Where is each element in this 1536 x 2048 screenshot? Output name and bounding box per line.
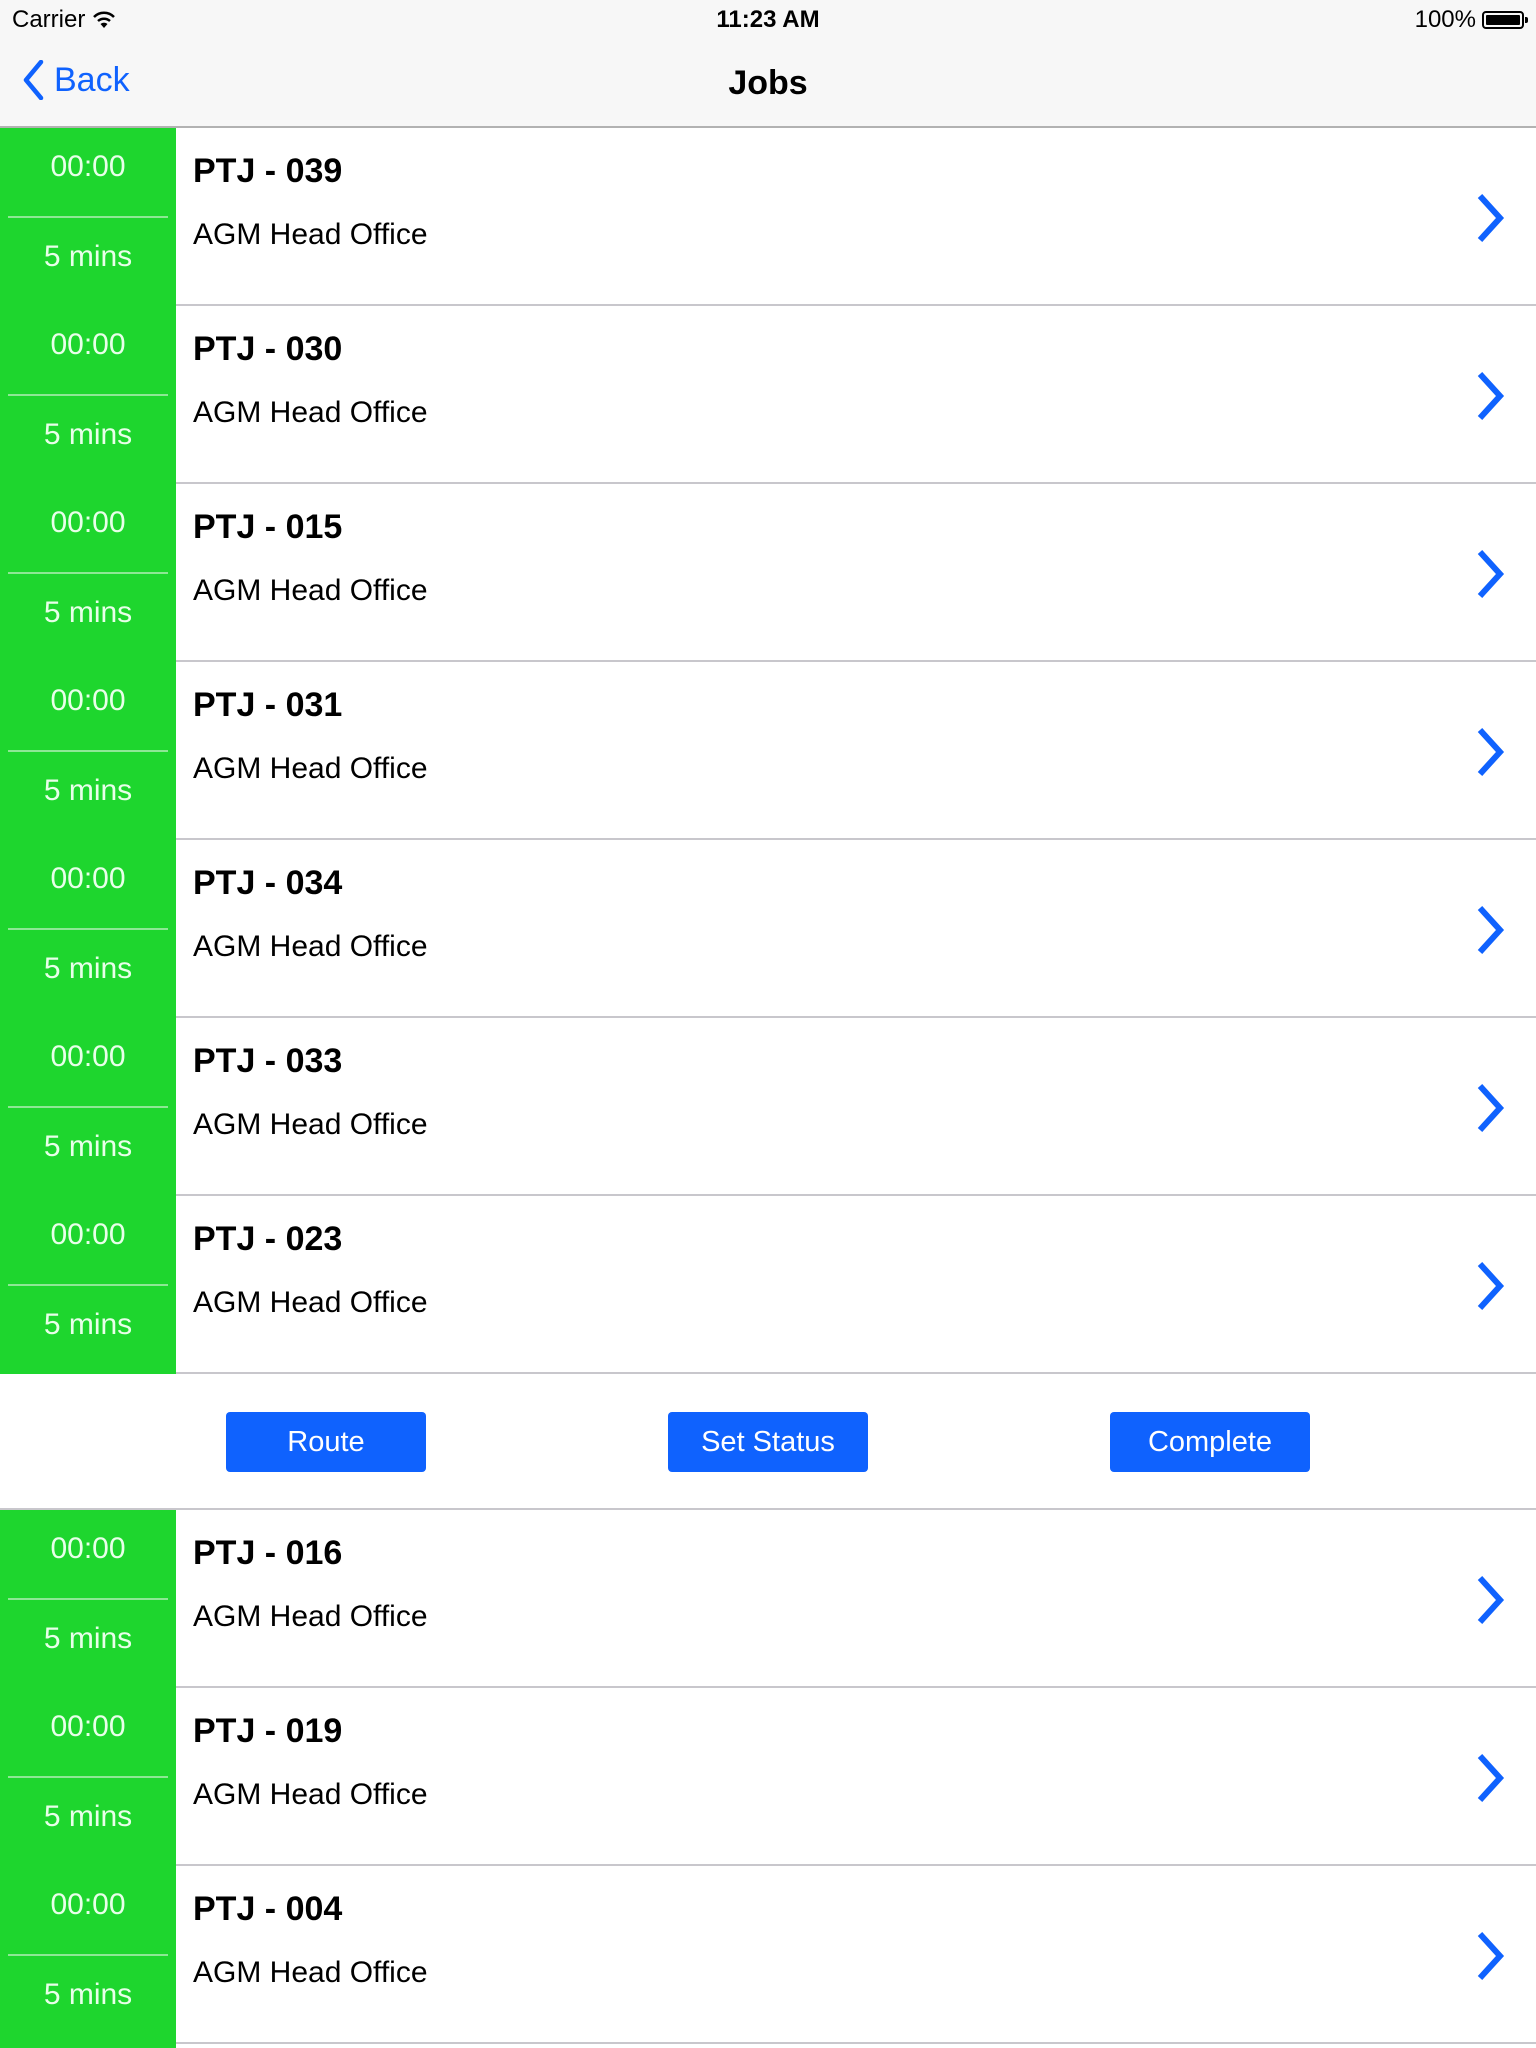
battery-icon — [1482, 11, 1528, 29]
job-status-badge: 00:00 5 mins — [0, 128, 176, 306]
status-bar: Carrier 11:23 AM 100% — [0, 0, 1536, 40]
chevron-right-icon[interactable] — [1470, 368, 1510, 424]
job-time: 00:00 — [50, 328, 126, 361]
job-location: AGM Head Office — [193, 396, 428, 429]
job-duration: 5 mins — [43, 596, 133, 629]
job-row[interactable]: 00:00 5 mins PTJ - 016 AGM Head Office — [0, 1510, 1536, 1688]
job-duration: 5 mins — [43, 952, 133, 985]
job-code: PTJ - 039 — [193, 152, 343, 190]
badge-divider — [8, 1954, 168, 1956]
chevron-right-icon[interactable] — [1470, 546, 1510, 602]
chevron-right-icon[interactable] — [1470, 1258, 1510, 1314]
job-actions-bar: Route Set Status Complete — [0, 1374, 1536, 1510]
job-status-badge: 00:00 5 mins — [0, 1018, 176, 1196]
navigation-bar: Back Jobs — [0, 40, 1536, 128]
clock: 11:23 AM — [716, 6, 820, 33]
job-row[interactable]: 00:00 5 mins PTJ - 030 AGM Head Office — [0, 306, 1536, 484]
chevron-right-icon[interactable] — [1470, 1750, 1510, 1806]
chevron-right-icon[interactable] — [1470, 1928, 1510, 1984]
job-code: PTJ - 030 — [193, 330, 343, 368]
next-row-indicator — [0, 2044, 176, 2048]
job-row[interactable]: 00:00 5 mins PTJ - 004 AGM Head Office — [0, 1866, 1536, 2044]
job-code: PTJ - 015 — [193, 508, 343, 546]
job-time: 00:00 — [50, 506, 126, 539]
job-duration: 5 mins — [43, 240, 133, 273]
job-duration: 5 mins — [43, 1978, 133, 2011]
job-row[interactable]: 00:00 5 mins PTJ - 039 AGM Head Office — [0, 128, 1536, 306]
job-row[interactable]: 00:00 5 mins PTJ - 023 AGM Head Office — [0, 1196, 1536, 1374]
job-row[interactable]: 00:00 5 mins PTJ - 015 AGM Head Office — [0, 484, 1536, 662]
battery-status: 100% — [1414, 6, 1528, 34]
badge-divider — [8, 750, 168, 752]
job-row[interactable]: 00:00 5 mins PTJ - 031 AGM Head Office — [0, 662, 1536, 840]
jobs-list: 00:00 5 mins PTJ - 039 AGM Head Office 0… — [0, 128, 1536, 2044]
badge-divider — [8, 394, 168, 396]
badge-divider — [8, 1598, 168, 1600]
job-location: AGM Head Office — [193, 218, 428, 251]
job-status-badge: 00:00 5 mins — [0, 1510, 176, 1688]
job-time: 00:00 — [50, 1532, 126, 1565]
job-time: 00:00 — [50, 1710, 126, 1743]
job-status-badge: 00:00 5 mins — [0, 840, 176, 1018]
badge-divider — [8, 572, 168, 574]
job-code: PTJ - 023 — [193, 1220, 343, 1258]
job-duration: 5 mins — [43, 774, 133, 807]
job-code: PTJ - 019 — [193, 1712, 343, 1750]
job-location: AGM Head Office — [193, 574, 428, 607]
job-duration: 5 mins — [43, 1308, 133, 1341]
chevron-right-icon[interactable] — [1470, 1572, 1510, 1628]
job-location: AGM Head Office — [193, 1286, 428, 1319]
page-title: Jobs — [728, 64, 808, 102]
chevron-right-icon[interactable] — [1470, 1080, 1510, 1136]
job-time: 00:00 — [50, 150, 126, 183]
job-status-badge: 00:00 5 mins — [0, 306, 176, 484]
job-row[interactable]: 00:00 5 mins PTJ - 033 AGM Head Office — [0, 1018, 1536, 1196]
job-duration: 5 mins — [43, 1130, 133, 1163]
job-code: PTJ - 033 — [193, 1042, 343, 1080]
job-location: AGM Head Office — [193, 1600, 428, 1633]
job-time: 00:00 — [50, 1040, 126, 1073]
job-status-badge: 00:00 5 mins — [0, 1196, 176, 1374]
job-row[interactable]: 00:00 5 mins PTJ - 019 AGM Head Office — [0, 1688, 1536, 1866]
job-duration: 5 mins — [43, 418, 133, 451]
chevron-right-icon[interactable] — [1470, 190, 1510, 246]
badge-divider — [8, 1284, 168, 1286]
job-code: PTJ - 034 — [193, 864, 343, 902]
job-location: AGM Head Office — [193, 1956, 428, 1989]
job-time: 00:00 — [50, 862, 126, 895]
badge-divider — [8, 1776, 168, 1778]
set-status-button[interactable]: Set Status — [668, 1412, 868, 1472]
job-status-badge: 00:00 5 mins — [0, 484, 176, 662]
job-code: PTJ - 031 — [193, 686, 343, 724]
job-code: PTJ - 004 — [193, 1890, 343, 1928]
job-location: AGM Head Office — [193, 1108, 428, 1141]
route-button[interactable]: Route — [226, 1412, 426, 1472]
job-row[interactable]: 00:00 5 mins PTJ - 034 AGM Head Office — [0, 840, 1536, 1018]
job-code: PTJ - 016 — [193, 1534, 343, 1572]
job-location: AGM Head Office — [193, 752, 428, 785]
job-time: 00:00 — [50, 1888, 126, 1921]
job-time: 00:00 — [50, 1218, 126, 1251]
badge-divider — [8, 928, 168, 930]
chevron-right-icon[interactable] — [1470, 902, 1510, 958]
job-status-badge: 00:00 5 mins — [0, 662, 176, 840]
battery-percent: 100% — [1414, 6, 1476, 33]
job-duration: 5 mins — [43, 1622, 133, 1655]
job-status-badge: 00:00 5 mins — [0, 1866, 176, 2044]
job-duration: 5 mins — [43, 1800, 133, 1833]
job-status-badge: 00:00 5 mins — [0, 1688, 176, 1866]
job-location: AGM Head Office — [193, 1778, 428, 1811]
job-location: AGM Head Office — [193, 930, 428, 963]
badge-divider — [8, 1106, 168, 1108]
chevron-right-icon[interactable] — [1470, 724, 1510, 780]
job-time: 00:00 — [50, 684, 126, 717]
badge-divider — [8, 216, 168, 218]
complete-button[interactable]: Complete — [1110, 1412, 1310, 1472]
